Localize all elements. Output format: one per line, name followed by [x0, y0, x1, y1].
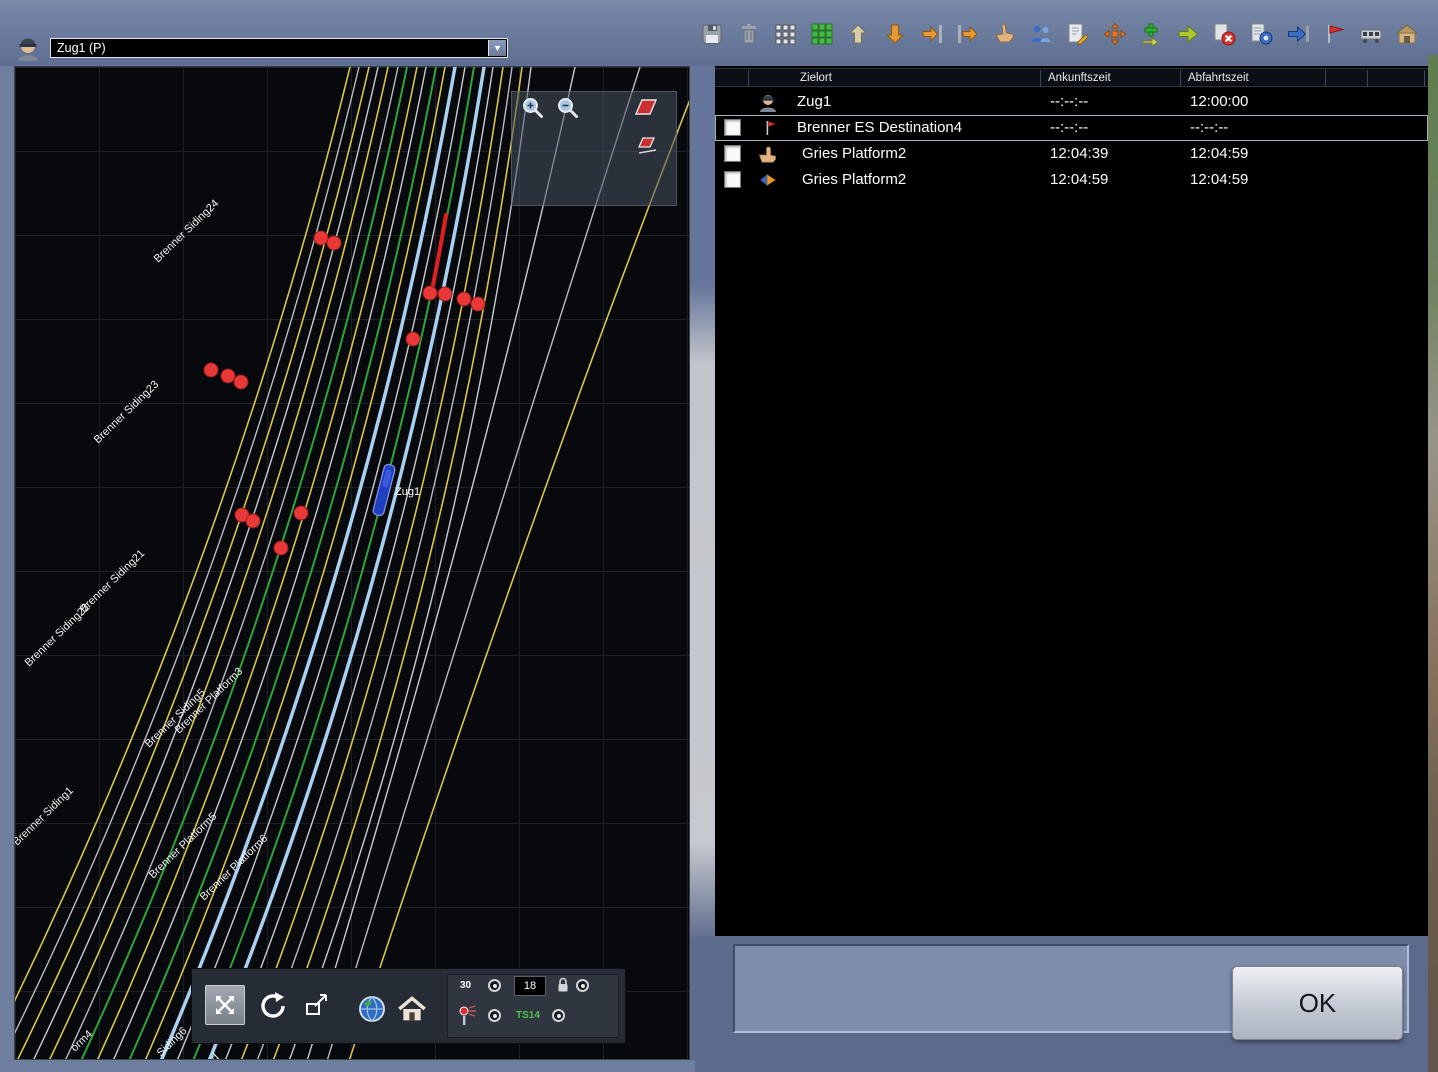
driver-icon	[14, 34, 42, 62]
timetable-toolbar	[698, 18, 1430, 50]
depot-icon[interactable]	[1393, 20, 1421, 48]
move-up-icon[interactable]	[844, 20, 872, 48]
scenery-strip	[1428, 55, 1438, 1072]
home-view-icon[interactable]	[392, 989, 432, 1029]
dialog-footer: OK	[695, 936, 1428, 1072]
draw-area-icon[interactable]	[635, 132, 661, 158]
gradient-radio[interactable]	[488, 979, 501, 992]
track-label: Brenner Siding23	[92, 378, 161, 446]
lock-radio[interactable]	[576, 979, 589, 992]
zoom-level-value[interactable]: 18	[514, 976, 546, 996]
app-window: Zug1 (P) ▼	[0, 0, 1438, 1072]
flag-icon[interactable]	[1320, 20, 1348, 48]
destination-flag-icon	[757, 117, 779, 139]
row-arrival: 12:04:39	[1050, 145, 1108, 162]
go-to-icon[interactable]	[1284, 20, 1312, 48]
arrange-icon[interactable]	[1101, 20, 1129, 48]
save-icon[interactable]	[698, 20, 726, 48]
table-header: Zielort Ankunftszeit Abfahrtszeit	[715, 68, 1428, 87]
row-destination: Gries Platform2	[802, 171, 906, 188]
row-arrival: 12:04:59	[1050, 171, 1108, 188]
append-instruction-icon[interactable]	[1174, 20, 1202, 48]
delete-icon[interactable]	[735, 20, 763, 48]
train-selector-dropdown[interactable]: Zug1 (P) ▼	[50, 38, 508, 58]
row-arrival: --:--:--	[1050, 119, 1088, 136]
edit-schedule-icon[interactable]	[1064, 20, 1092, 48]
signal-radio[interactable]	[488, 1009, 501, 1022]
row-departure: 12:04:59	[1190, 171, 1248, 188]
timetable-panel: Zielort Ankunftszeit Abfahrtszeit Zug1 -…	[715, 66, 1428, 936]
map-toolbar: 30 18 TS14	[191, 968, 626, 1044]
jump-to-window-icon[interactable]	[297, 985, 337, 1025]
ts-mode-radio[interactable]	[552, 1009, 565, 1022]
row-destination: Gries Platform2	[802, 145, 906, 162]
rotate-view-icon[interactable]	[252, 985, 292, 1025]
pickup-hand-icon	[757, 143, 779, 165]
grid-small-icon[interactable]	[771, 20, 799, 48]
row-departure: 12:04:59	[1190, 145, 1248, 162]
table-row[interactable]: Gries Platform2 12:04:39 12:04:59	[715, 141, 1428, 167]
insert-before-icon[interactable]	[918, 20, 946, 48]
grid-large-icon[interactable]	[808, 20, 836, 48]
track-label: Brenner Siding24	[152, 197, 221, 265]
ts-mode-label: TS14	[516, 1010, 540, 1021]
track-labels: Brenner Siding24 Brenner Siding23 Brenne…	[15, 197, 270, 1060]
zoom-in-icon[interactable]	[520, 95, 546, 121]
chevron-down-icon[interactable]: ▼	[488, 40, 506, 56]
passengers-icon[interactable]	[1027, 20, 1055, 48]
background-gap	[690, 66, 715, 1060]
remove-instruction-icon[interactable]	[1210, 20, 1238, 48]
row-checkbox[interactable]	[724, 171, 741, 188]
column-destination[interactable]: Zielort	[800, 72, 832, 84]
row-arrival: --:--:--	[1050, 93, 1088, 110]
map-zoom-panel	[511, 91, 677, 206]
row-checkbox[interactable]	[724, 119, 741, 136]
consist-icon[interactable]	[1357, 20, 1385, 48]
signal-view-icon	[456, 1005, 478, 1034]
insert-after-icon[interactable]	[954, 20, 982, 48]
track-label: Brenner Siding21	[78, 547, 147, 615]
add-instruction-icon[interactable]	[1137, 20, 1165, 48]
table-row[interactable]: Zug1 --:--:-- 12:00:00	[715, 89, 1428, 115]
lock-icon	[556, 976, 570, 999]
move-down-icon[interactable]	[881, 20, 909, 48]
ok-button[interactable]: OK	[1232, 966, 1403, 1040]
pan-mode-icon[interactable]	[205, 985, 245, 1025]
table-row[interactable]: Brenner ES Destination4 --:--:-- --:--:-…	[715, 115, 1428, 141]
zoom-out-icon[interactable]	[555, 95, 581, 121]
row-checkbox[interactable]	[724, 145, 741, 162]
pick-target-icon[interactable]	[991, 20, 1019, 48]
row-destination: Zug1	[797, 93, 831, 110]
column-departure[interactable]: Abfahrtszeit	[1188, 72, 1249, 84]
world-view-icon[interactable]	[352, 989, 392, 1029]
table-row[interactable]: Gries Platform2 12:04:59 12:04:59	[715, 167, 1428, 193]
track-label: Sid	[202, 1051, 222, 1060]
driver-icon	[757, 91, 779, 113]
track-map[interactable]: Zug1 Brenner Siding24 Brenner Siding23 B…	[14, 66, 690, 1060]
row-departure: --:--:--	[1190, 119, 1228, 136]
train-selector-value: Zug1 (P)	[57, 41, 106, 55]
properties-icon[interactable]	[1247, 20, 1275, 48]
column-arrival[interactable]: Ankunftszeit	[1048, 72, 1111, 84]
row-destination: Brenner ES Destination4	[797, 119, 962, 136]
row-departure: 12:00:00	[1190, 93, 1248, 110]
via-marker-icon	[757, 169, 779, 191]
train-label: Zug1	[395, 486, 420, 498]
mark-area-icon[interactable]	[633, 94, 659, 120]
track-label: Brenner Siding1	[15, 785, 76, 848]
gradient-label: 30	[460, 980, 471, 991]
